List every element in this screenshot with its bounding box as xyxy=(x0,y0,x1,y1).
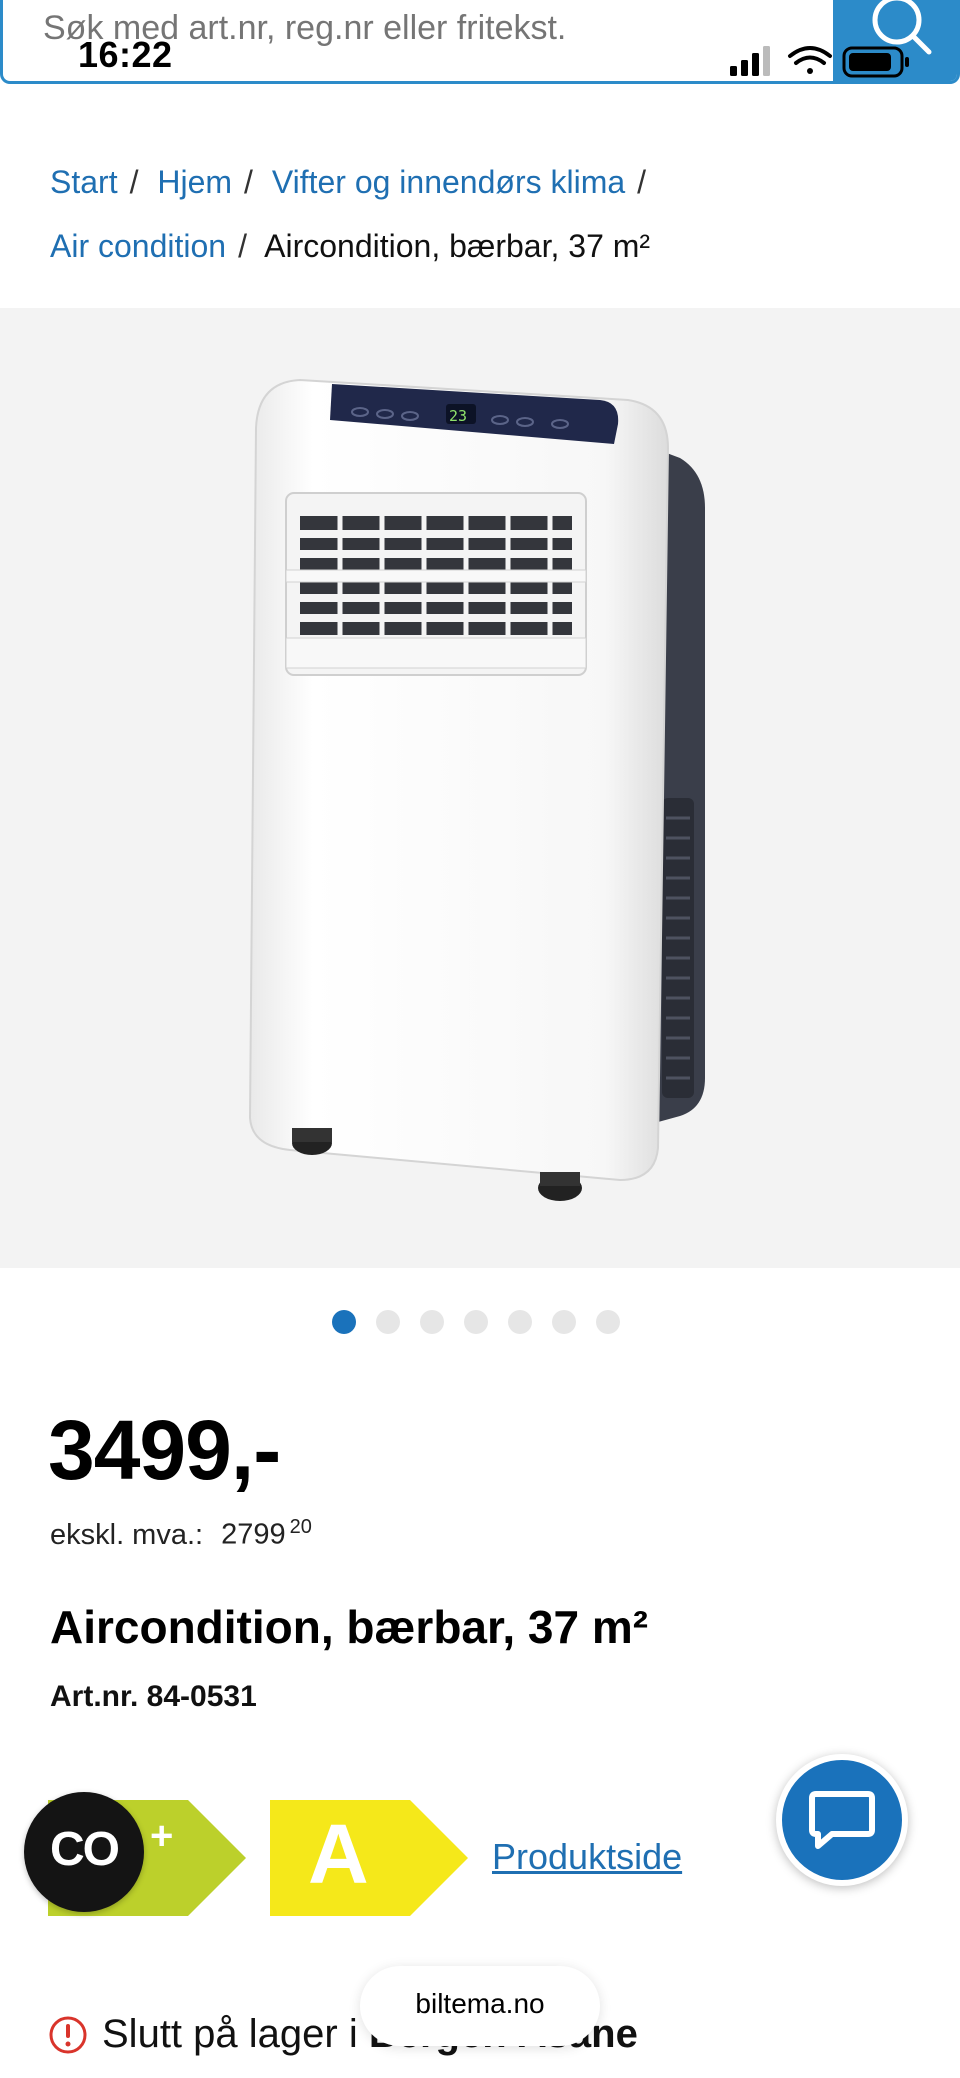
energy-rating: A xyxy=(308,1807,369,1901)
breadcrumb-air-condition[interactable]: Air condition xyxy=(50,228,226,264)
carousel-dot-3[interactable] xyxy=(420,1310,444,1334)
carousel-dot-5[interactable] xyxy=(508,1310,532,1334)
ex-vat-value: 2799 xyxy=(221,1518,286,1551)
product-image[interactable]: 23 xyxy=(0,308,960,1268)
signal-icon xyxy=(730,46,770,76)
air-conditioner-illustration: 23 xyxy=(248,378,705,1201)
chat-icon xyxy=(809,1791,875,1849)
energy-plus: + xyxy=(150,1814,174,1858)
article-number: Art.nr. 84-0531 xyxy=(50,1680,257,1713)
chat-button[interactable] xyxy=(776,1754,908,1886)
carousel-dot-2[interactable] xyxy=(376,1310,400,1334)
breadcrumb-hjem[interactable]: Hjem xyxy=(157,164,232,200)
warning-icon xyxy=(49,2016,87,2053)
price: 3499,- xyxy=(48,1403,281,1497)
co-label: CO xyxy=(50,1823,120,1876)
breadcrumb-separator: / xyxy=(129,164,139,200)
status-icons xyxy=(730,46,909,78)
co-button[interactable]: CO xyxy=(24,1792,144,1912)
carousel-dot-1[interactable] xyxy=(332,1310,356,1334)
carousel-dot-4[interactable] xyxy=(464,1310,488,1334)
product-page-link[interactable]: Produktside xyxy=(492,1836,682,1878)
carousel-dot-6[interactable] xyxy=(552,1310,576,1334)
ex-vat-label: ekskl. mva.: xyxy=(50,1518,204,1551)
breadcrumb-separator: / xyxy=(238,228,247,264)
browser-url-pill[interactable]: biltema.no xyxy=(360,1966,600,2046)
breadcrumb-start[interactable]: Start xyxy=(50,164,118,200)
price-ex-vat: ekskl. mva.: 2799 20 xyxy=(50,1516,312,1552)
ex-vat-decimals: 20 xyxy=(289,1516,312,1538)
stock-text: Slutt på lager i xyxy=(102,2012,358,2056)
browser-url: biltema.no xyxy=(415,1988,545,2019)
status-time: 16:22 xyxy=(78,34,173,75)
breadcrumb-vifter[interactable]: Vifter og innendørs klima xyxy=(272,164,625,200)
wifi-icon xyxy=(788,46,832,74)
breadcrumb: Start / Hjem / Vifter og innendørs klima / … xyxy=(50,150,930,278)
breadcrumb-current: Aircondition, bærbar, 37 m² xyxy=(264,228,651,264)
carousel-dot-7[interactable] xyxy=(596,1310,620,1334)
carousel-dots xyxy=(332,1310,620,1336)
battery-icon xyxy=(842,46,909,78)
side-grille xyxy=(662,798,694,1098)
breadcrumb-separator: / xyxy=(244,164,253,200)
product-title: Aircondition, bærbar, 37 m² xyxy=(50,1601,649,1653)
display-digits: 23 xyxy=(449,407,467,425)
breadcrumb-separator: / xyxy=(637,164,647,200)
energy-label-rating[interactable]: A xyxy=(270,1800,470,1916)
